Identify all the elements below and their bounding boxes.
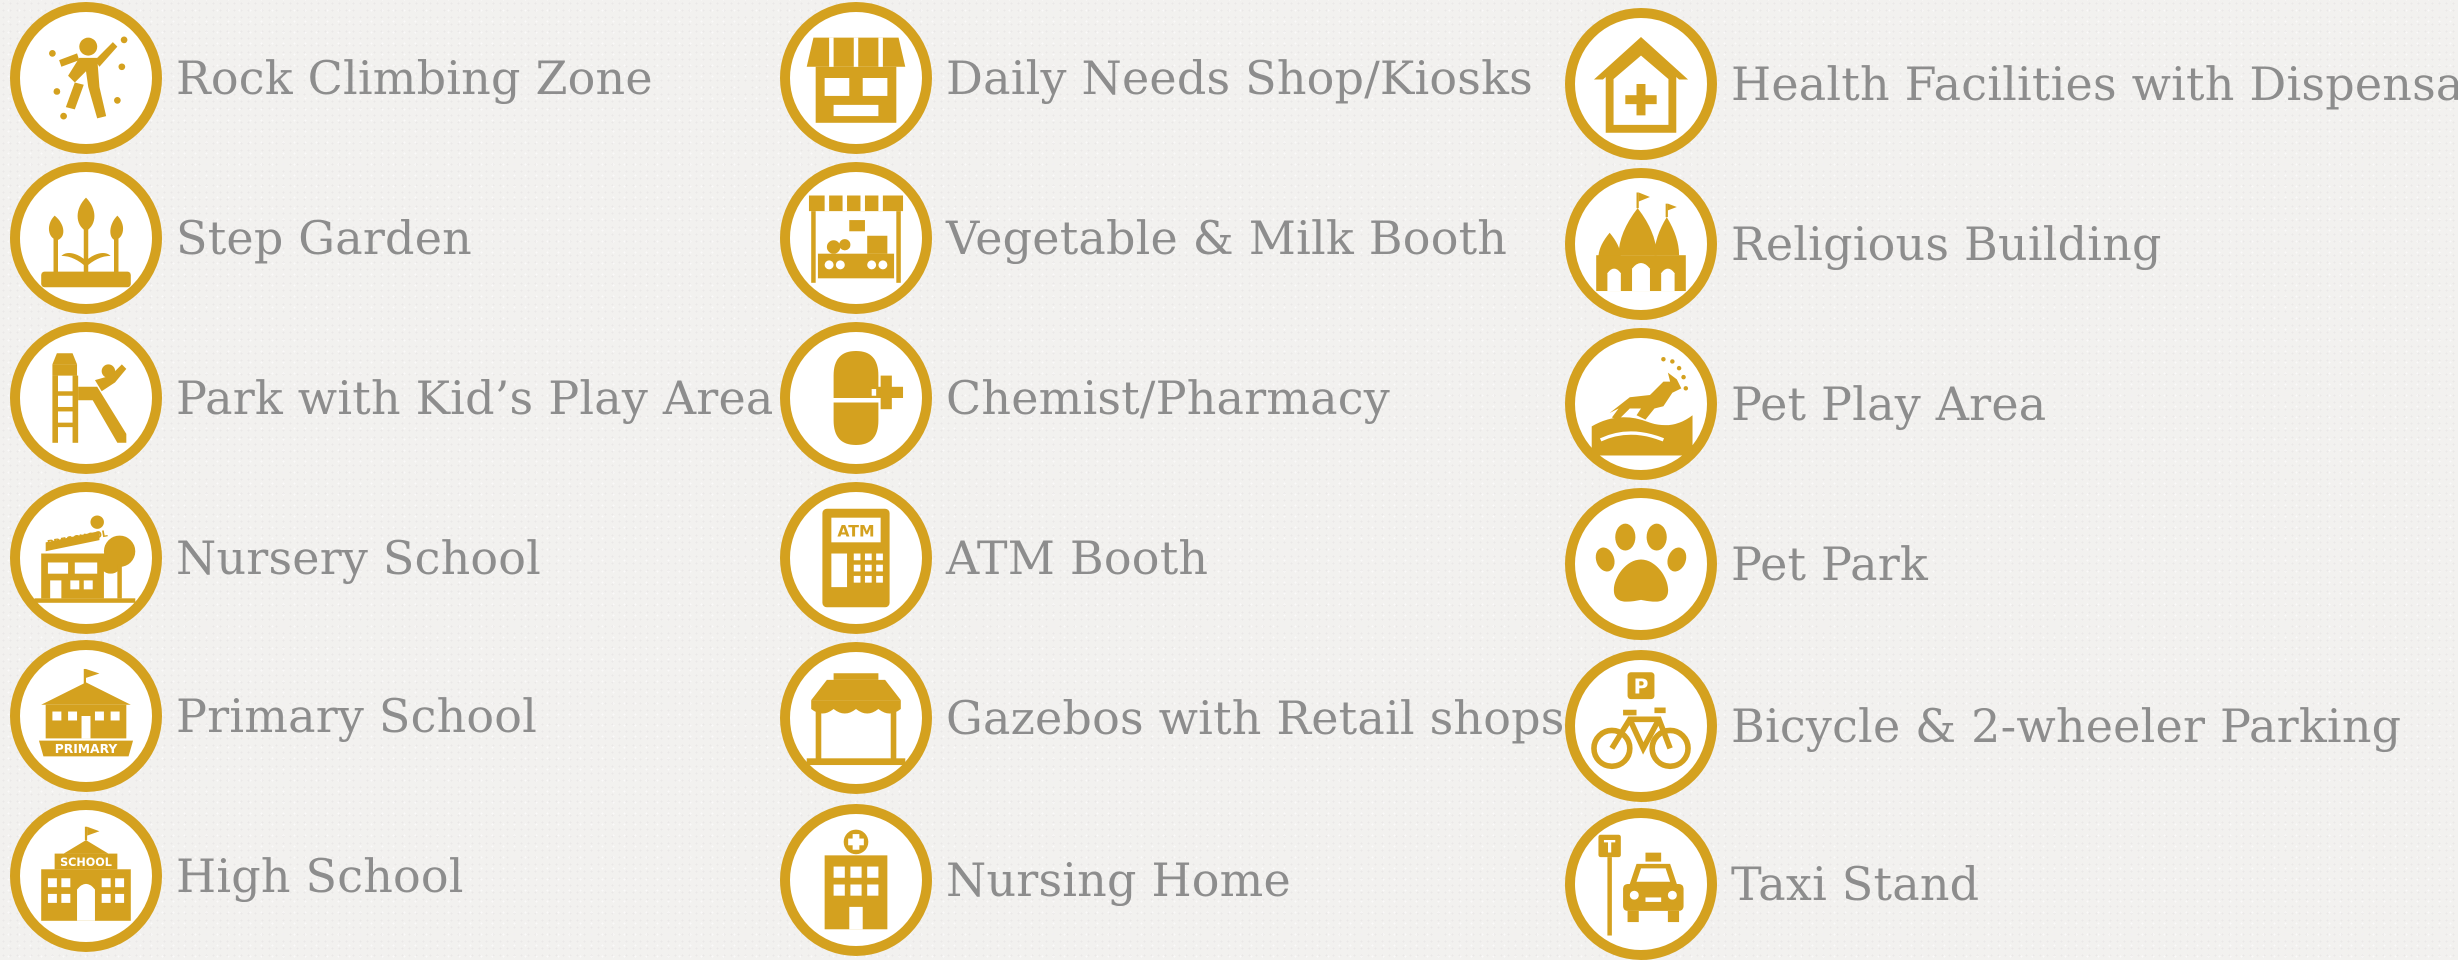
amenity-label: Health Facilities with Dispensary [1731,57,2458,111]
atm-machine-icon: ATM [780,482,932,634]
market-stall-icon [780,162,932,314]
bicycle-parking-icon: P [1565,650,1717,802]
amenity-pet-park: Pet Park [1565,488,1928,640]
amenity-label: Nursing Home [946,853,1291,907]
amenity-label: Park with Kid’s Play Area [176,371,774,425]
amenity-rock-climbing-zone: Rock Climbing Zone [10,2,653,154]
amenity-vegetable-milk-booth: Vegetable & Milk Booth [780,162,1507,314]
amenity-nursery-school: PRESCHOOL Nursery School [10,482,541,634]
amenity-health-facilities: Health Facilities with Dispensary [1565,8,2458,160]
svg-text:SCHOOL: SCHOOL [60,856,112,869]
amenity-religious-building: Religious Building [1565,168,2162,320]
paw-print-icon [1565,488,1717,640]
svg-text:P: P [1634,675,1649,699]
slide-playground-icon [10,322,162,474]
amenity-bicycle-parking: P Bicycle & 2-wheeler Parking [1565,650,2401,802]
amenity-label: Vegetable & Milk Booth [946,211,1508,265]
amenity-pet-play-area: Pet Play Area [1565,328,2046,480]
gazebo-icon [780,642,932,794]
amenity-park-kids-play-area: Park with Kid’s Play Area [10,322,774,474]
svg-text:T: T [1604,837,1616,857]
amenity-label: Daily Needs Shop/Kiosks [946,51,1533,105]
amenity-label: Gazebos with Retail shops [946,691,1565,745]
amenity-label: Religious Building [1731,217,2162,271]
school-building-icon: SCHOOL [10,800,162,952]
health-house-icon [1565,8,1717,160]
amenity-label: Primary School [176,689,538,743]
amenity-taxi-stand: T Taxi Stand [1565,808,1979,960]
amenity-label: Bicycle & 2-wheeler Parking [1731,699,2402,753]
svg-text:ATM: ATM [837,522,874,541]
amenity-primary-school: PRIMARY Primary School [10,640,537,792]
pill-capsule-icon [780,322,932,474]
shop-awning-icon [780,2,932,154]
primary-school-icon: PRIMARY [10,640,162,792]
amenity-label: Nursery School [176,531,542,585]
amenity-label: ATM Booth [946,531,1209,585]
temple-icon [1565,168,1717,320]
amenity-atm-booth: ATM ATM Booth [780,482,1208,634]
tulip-garden-icon [10,162,162,314]
amenity-step-garden: Step Garden [10,162,472,314]
amenity-label: Chemist/Pharmacy [946,371,1390,425]
amenities-legend: { "theme": {"accent": "#d4a11f", "text":… [0,0,2458,960]
dog-jumping-icon [1565,328,1717,480]
amenity-label: Pet Play Area [1731,377,2047,431]
amenity-chemist-pharmacy: Chemist/Pharmacy [780,322,1390,474]
amenity-gazebos-retail: Gazebos with Retail shops [780,642,1565,794]
amenity-label: Step Garden [176,211,472,265]
svg-text:PRIMARY: PRIMARY [55,742,119,756]
amenity-label: Rock Climbing Zone [176,51,653,105]
svg-text:PRESCHOOL: PRESCHOOL [47,529,109,549]
rock-climbing-icon [10,2,162,154]
taxi-stand-icon: T [1565,808,1717,960]
amenity-nursing-home: Nursing Home [780,804,1291,956]
hospital-building-icon [780,804,932,956]
amenity-label: Taxi Stand [1731,857,1980,911]
amenity-label: High School [176,849,464,903]
amenity-daily-needs-shop: Daily Needs Shop/Kiosks [780,2,1533,154]
amenity-high-school: SCHOOL High School [10,800,464,952]
amenity-label: Pet Park [1731,537,1928,591]
preschool-building-icon: PRESCHOOL [10,482,162,634]
